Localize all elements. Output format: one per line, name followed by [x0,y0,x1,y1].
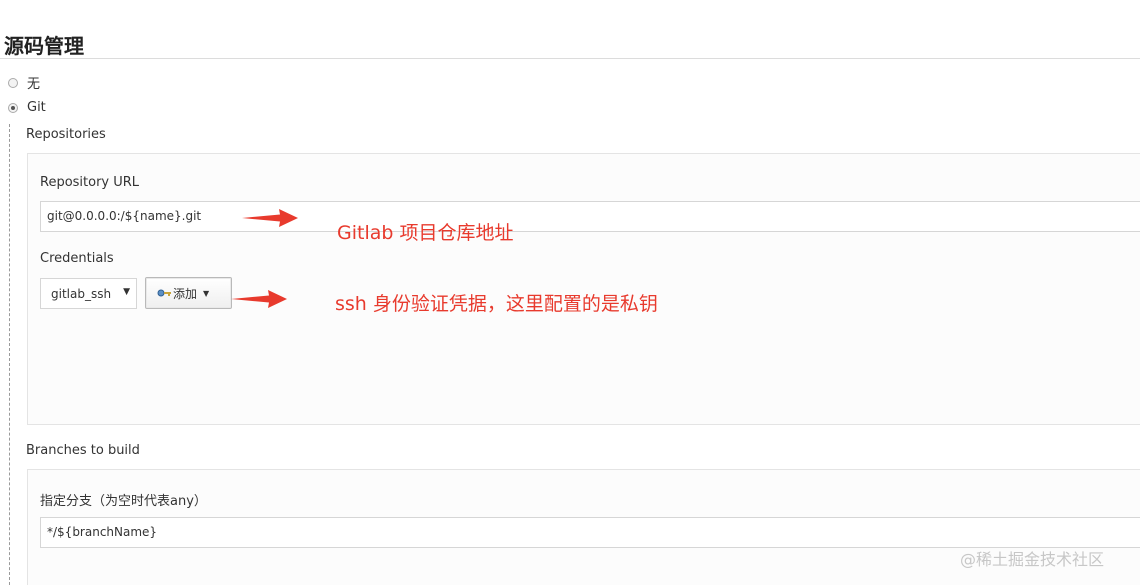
credentials-label: Credentials [40,251,114,266]
credentials-select[interactable]: gitlab_ssh ▼ [40,278,137,309]
branch-spec-label: 指定分支（为空时代表any） [40,494,207,509]
repositories-label: Repositories [26,127,106,142]
add-credentials-button[interactable]: 添加 ▼ [145,277,232,309]
section-title: 源码管理 [4,34,84,58]
url-annotation: Gitlab 项目仓库地址 [337,222,514,244]
url-arrow-icon [242,209,298,227]
repository-url-label: Repository URL [40,175,140,190]
chevron-down-icon: ▼ [123,287,130,297]
add-button-label: 添加 [173,286,198,301]
repository-url-input[interactable]: git@0.0.0.0:/${name}.git [40,201,1140,232]
scm-option-git[interactable]: Git [8,100,46,115]
scm-option-git-label: Git [27,100,46,115]
watermark: @稀土掘金技术社区 [960,550,1105,569]
branches-label: Branches to build [26,443,140,458]
scm-option-none-label: 无 [27,77,41,92]
credentials-arrow-icon [231,290,287,308]
credentials-selected-value: gitlab_ssh [51,286,112,301]
scm-option-none[interactable]: 无 [8,73,40,92]
credentials-annotation: ssh 身份验证凭据，这里配置的是私钥 [335,293,658,315]
radio-none[interactable] [8,77,18,88]
key-icon [157,289,171,297]
caret-down-icon: ▼ [203,288,210,298]
radio-git[interactable] [8,102,18,113]
branch-spec-input[interactable]: */${branchName} [40,517,1140,548]
git-section-indent-line [9,124,10,585]
title-divider [0,58,1140,59]
